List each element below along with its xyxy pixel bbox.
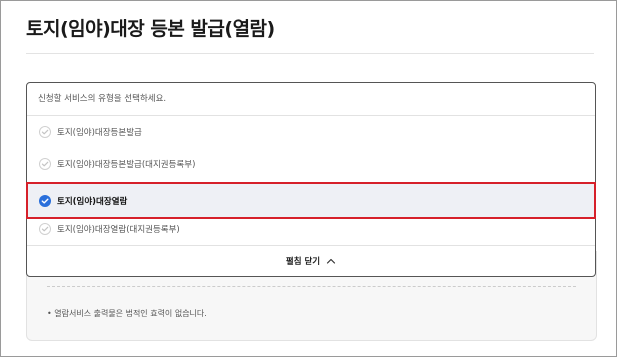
option-label: 토지(임야)대장등본발급 — [57, 128, 142, 138]
service-type-dropdown[interactable]: 신청할 서비스의 유형을 선택하세요. 토지(임야)대장등본발급 토지(임야)대… — [26, 82, 596, 277]
page-title: 토지(임야)대장 등본 발급(열람) — [26, 18, 275, 40]
option-label: 토지(임야)대장등본발급(대지권등록부) — [57, 160, 196, 170]
check-circle-icon — [39, 223, 51, 235]
check-circle-icon — [39, 194, 51, 207]
collapse-label: 펼침 닫기 — [285, 257, 321, 267]
title-divider — [26, 53, 594, 54]
chevron-up-icon — [327, 258, 336, 264]
option-land-register-copy-site-rights[interactable]: 토지(임야)대장등본발급(대지권등록부) — [27, 148, 595, 180]
check-circle-icon — [39, 158, 51, 170]
check-circle-icon — [39, 126, 51, 138]
page-frame: 토지(임야)대장 등본 발급(열람) • 열람서비스 출력물은 법적인 효력이 … — [0, 0, 617, 357]
option-land-register-view-site-rights[interactable]: 토지(임야)대장열람(대지권등록부) — [27, 213, 595, 245]
option-label: 토지(임야)대장열람 — [57, 196, 128, 207]
info-note: • 열람서비스 출력물은 법적인 효력이 없습니다. — [47, 309, 207, 318]
dashed-divider — [47, 286, 576, 287]
dropdown-prompt: 신청할 서비스의 유형을 선택하세요. — [27, 83, 595, 116]
collapse-button[interactable]: 펼침 닫기 — [27, 245, 595, 276]
option-land-register-copy[interactable]: 토지(임야)대장등본발급 — [27, 116, 595, 148]
option-label: 토지(임야)대장열람(대지권등록부) — [57, 225, 180, 235]
